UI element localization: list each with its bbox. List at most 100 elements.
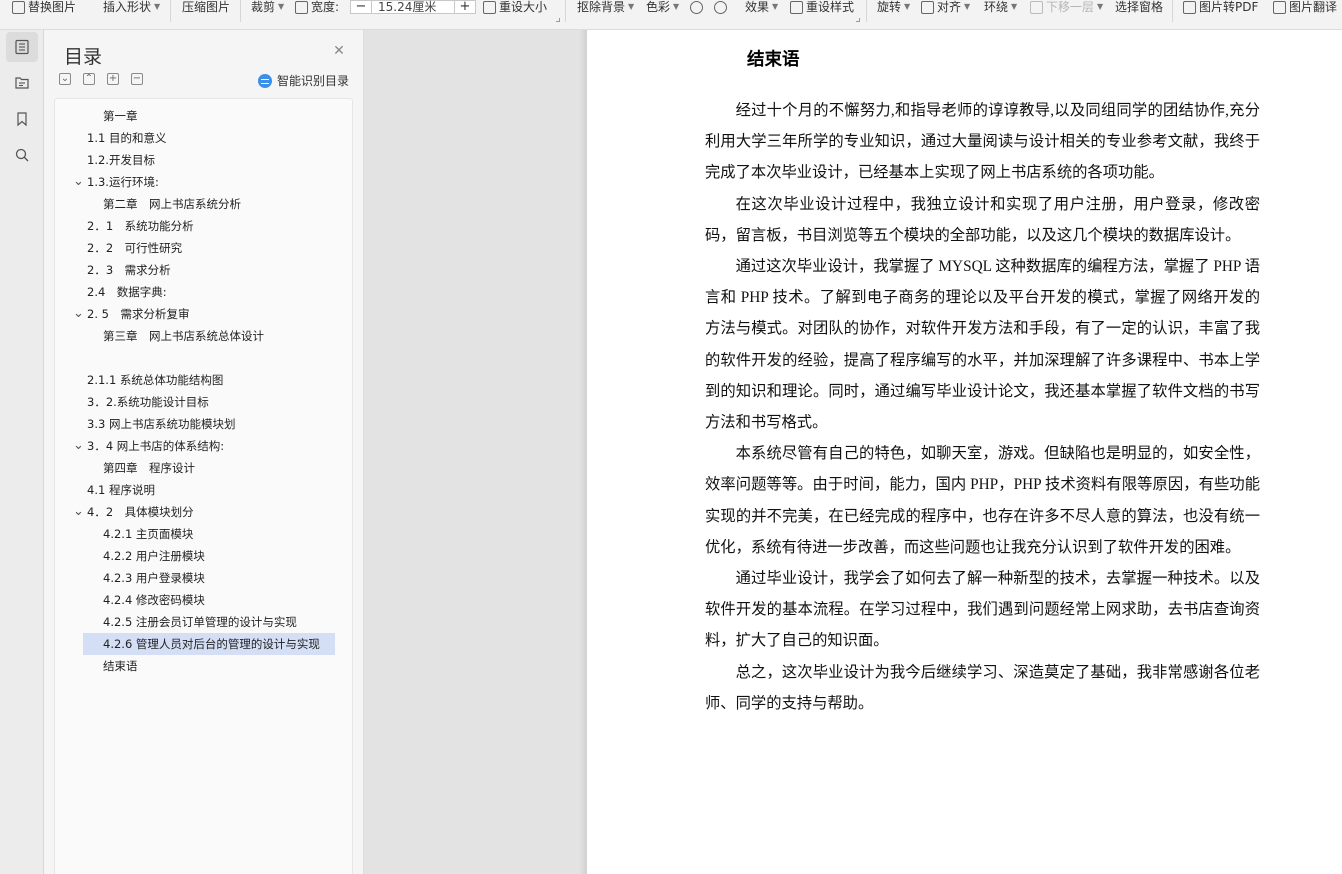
toc-item[interactable]: 2．2 可行性研究	[55, 237, 352, 259]
toc-item[interactable]: 2.1.1 系统总体功能结构图	[55, 369, 352, 391]
width-increase-button[interactable]: +	[455, 0, 475, 13]
paragraph: 经过十个月的不懈努力,和指导老师的谆谆教导,以及同组同学的团结协作,充分利用大学…	[705, 102, 1260, 182]
toc-item-label: 4．2 具体模块划分	[87, 505, 194, 519]
wrap-button[interactable]: 环绕 ▼	[984, 0, 1017, 14]
navigation-rail-button[interactable]	[6, 68, 38, 98]
toc-item[interactable]: 第二章 网上书店系统分析	[55, 193, 352, 215]
width-icon	[295, 0, 308, 14]
close-icon[interactable]: ✕	[332, 44, 346, 58]
toc-item[interactable]: 4.2.1 主页面模块	[55, 523, 352, 545]
remove-background-button[interactable]: 抠除背景 ▼	[577, 0, 634, 14]
ai-assistant-icon	[258, 73, 272, 88]
toc-item[interactable]: 4.2.3 用户登录模块	[55, 567, 352, 589]
reset-style-button[interactable]: 重设样式	[790, 0, 854, 14]
toc-panel: 目录 ✕ ⌄ ⌃ + − 智能识别目录 第一章 1.1 目的和意义 1.2.开发目标…	[44, 30, 364, 874]
toc-item-label: 4.2.4 修改密码模块	[103, 593, 205, 607]
toc-item[interactable]: 3．2.系统功能设计目标	[55, 391, 352, 413]
chevron-down-icon: ▼	[278, 2, 285, 11]
compress-image-button[interactable]: 压缩图片	[182, 0, 230, 14]
toc-item-label: 第一章	[103, 109, 138, 123]
toc-icon	[15, 39, 29, 55]
toc-item[interactable]: 1.1 目的和意义	[55, 127, 352, 149]
paragraph: 本系统尽管有自己的特色，如聊天室，游戏。但缺陷也是明显的，如安全性，效率问题等等…	[705, 445, 1260, 556]
toc-item-label: 3．2.系统功能设计目标	[87, 395, 209, 409]
toc-item[interactable]: 4.2.6 管理人员对后台的管理的设计与实现	[83, 633, 335, 655]
replace-image-button[interactable]: 替换图片	[12, 0, 76, 14]
toc-item[interactable]: 第三章 网上书店系统总体设计	[55, 325, 352, 347]
toc-item-label: 4.2.5 注册会员订单管理的设计与实现	[103, 615, 297, 629]
width-decrease-button[interactable]: −	[351, 0, 371, 13]
toc-item-label: 1.1 目的和意义	[87, 131, 167, 145]
chevron-down-icon: ▼	[1011, 2, 1018, 11]
brightness-up-icon	[690, 0, 703, 14]
effects-button[interactable]: 效果 ▼	[745, 0, 778, 14]
reset-size-button[interactable]: 重设大小	[483, 0, 547, 14]
toc-item[interactable]: 4.2.2 用户注册模块	[55, 545, 352, 567]
image-to-pdf-button[interactable]: 图片转PDF	[1183, 0, 1258, 14]
chevron-down-icon: ▼	[964, 2, 971, 11]
toc-item-label: 2. 5 需求分析复审	[87, 307, 190, 321]
toc-item[interactable]: 2．3 需求分析	[55, 259, 352, 281]
toc-rail-button[interactable]	[6, 32, 38, 62]
bookmark-icon	[17, 112, 27, 127]
toc-item-label: 4.1 程序说明	[87, 483, 155, 497]
brightness-button[interactable]	[690, 0, 703, 14]
collapse-all-icon[interactable]: ⌄	[59, 73, 71, 85]
expand-up-icon[interactable]: ⌃	[83, 73, 95, 85]
toc-item[interactable]: 第四章 程序设计	[55, 457, 352, 479]
toc-item[interactable]: 4.1 程序说明	[55, 479, 352, 501]
paragraph: 总之，这次毕业设计为我今后继续学习、深造莫定了基础，我非常感谢各位老师、同学的支…	[705, 663, 1260, 712]
image-translate-button[interactable]: 图片翻译	[1273, 0, 1337, 14]
replace-image-icon	[12, 0, 25, 14]
toc-item[interactable]: 2．1 系统功能分析	[55, 215, 352, 237]
page-title: 结束语	[747, 50, 800, 70]
toc-item[interactable]: ⌄ 2. 5 需求分析复审	[55, 303, 352, 325]
ai-toc-button[interactable]: 智能识别目录	[258, 72, 349, 89]
paragraph: 通过毕业设计，我学会了如何去了解一种新型的技术，去掌握一种技术。以及软件开发的基…	[705, 570, 1260, 650]
toc-item-label: 2.4 数据字典:	[87, 285, 167, 299]
toc-item[interactable]: 1.2.开发目标	[55, 149, 352, 171]
toc-item[interactable]: 结束语	[55, 655, 352, 677]
toc-item[interactable]: ⌄ 3．4 网上书店的体系结构:	[55, 435, 352, 457]
add-heading-icon[interactable]: +	[107, 73, 119, 85]
toc-item-label: 4.2.2 用户注册模块	[103, 549, 205, 563]
chevron-down-icon[interactable]: ⌄	[73, 303, 84, 325]
translate-icon	[1273, 0, 1286, 14]
toc-item-label: 第二章 网上书店系统分析	[103, 197, 241, 211]
toc-item[interactable]: ⌄ 1.3.运行环境:	[55, 171, 352, 193]
search-rail-button[interactable]	[6, 140, 38, 170]
reset-size-icon	[483, 0, 496, 14]
width-label: 宽度:	[295, 0, 339, 14]
width-input[interactable]: 15.24厘米	[371, 1, 455, 13]
align-button[interactable]: 对齐 ▼	[921, 0, 970, 14]
toc-item-label: 3.3 网上书店系统功能模块划	[87, 417, 236, 431]
toc-item-label: 2．1 系统功能分析	[87, 219, 194, 233]
side-rail	[0, 30, 44, 874]
toc-item[interactable]: 2.4 数据字典:	[55, 281, 352, 303]
color-button[interactable]: 色彩 ▼	[646, 0, 679, 14]
bookmark-rail-button[interactable]	[6, 104, 38, 134]
remove-heading-icon[interactable]: −	[131, 73, 143, 85]
chevron-down-icon: ▼	[1097, 2, 1104, 11]
chevron-down-icon[interactable]: ⌄	[73, 501, 84, 523]
rotate-button[interactable]: 旋转 ▼	[877, 0, 910, 14]
brightness-down-button[interactable]	[714, 0, 727, 14]
document-page[interactable]: 结束语 经过十个月的不懈努力,和指导老师的谆谆教导,以及同组同学的团结协作,充分…	[587, 30, 1342, 874]
toc-item[interactable]: 4.2.4 修改密码模块	[55, 589, 352, 611]
toc-item[interactable]: 3.3 网上书店系统功能模块划	[55, 413, 352, 435]
toc-item-label: 第三章 网上书店系统总体设计	[103, 329, 264, 343]
crop-button[interactable]: 裁剪 ▼	[251, 0, 284, 14]
toc-item[interactable]: 第一章	[55, 105, 352, 127]
width-stepper[interactable]: − 15.24厘米 +	[350, 0, 476, 14]
chevron-down-icon: ▼	[673, 2, 680, 11]
chevron-down-icon[interactable]: ⌄	[73, 435, 84, 457]
selection-pane-button[interactable]: 选择窗格	[1115, 0, 1163, 14]
toc-item[interactable]: 4.2.5 注册会员订单管理的设计与实现	[55, 611, 352, 633]
paragraph: 在这次毕业设计过程中，我独立设计和实现了用户注册，用户登录，修改密码，留言板，书…	[705, 195, 1260, 244]
move-down-button[interactable]: 下移一层 ▼	[1030, 0, 1103, 14]
toc-item-label: 结束语	[103, 659, 138, 673]
insert-shape-button[interactable]: 插入形状 ▼	[103, 0, 160, 14]
toc-item[interactable]	[55, 347, 352, 369]
toc-item[interactable]: ⌄ 4．2 具体模块划分	[55, 501, 352, 523]
chevron-down-icon[interactable]: ⌄	[73, 171, 84, 193]
